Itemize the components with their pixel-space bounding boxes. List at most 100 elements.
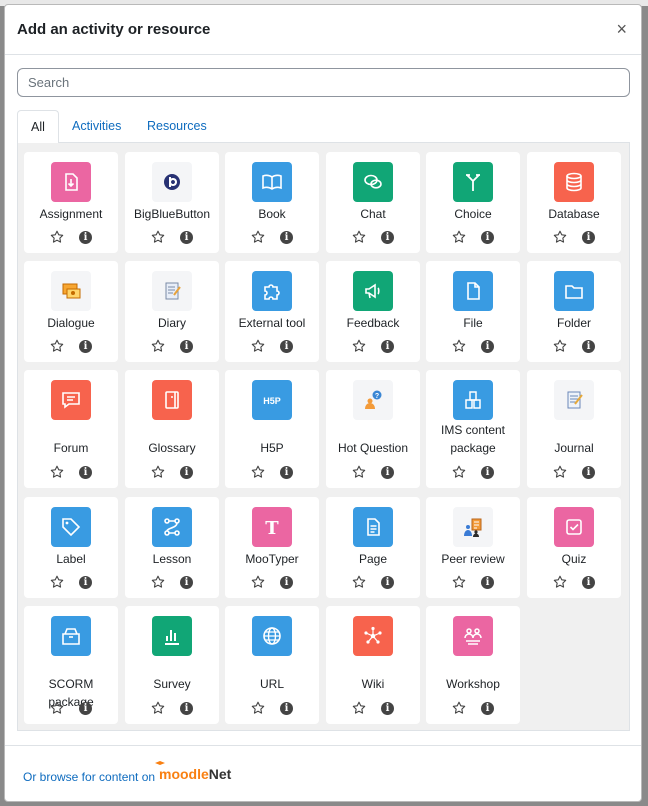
star-icon[interactable] xyxy=(50,575,64,589)
activity-card-assignment[interactable]: Assignment i xyxy=(24,152,118,253)
star-icon[interactable] xyxy=(553,230,567,244)
info-icon[interactable]: i xyxy=(481,231,494,244)
star-icon[interactable] xyxy=(452,575,466,589)
activity-card-file[interactable]: File i xyxy=(426,261,520,362)
star-icon[interactable] xyxy=(553,575,567,589)
activity-card-bigbluebutton[interactable]: BigBlueButton i xyxy=(125,152,219,253)
star-icon[interactable] xyxy=(352,465,366,479)
info-icon[interactable]: i xyxy=(582,466,595,479)
info-icon[interactable]: i xyxy=(481,702,494,715)
info-icon[interactable]: i xyxy=(79,466,92,479)
activity-card-url[interactable]: URL i xyxy=(225,606,319,724)
activity-card-scorm-package[interactable]: SCORM package i xyxy=(24,606,118,724)
book-icon xyxy=(252,162,292,202)
star-icon[interactable] xyxy=(151,465,165,479)
activity-card-journal[interactable]: Journal i xyxy=(527,370,621,488)
star-icon[interactable] xyxy=(251,575,265,589)
activity-card-forum[interactable]: Forum i xyxy=(24,370,118,488)
browse-moodlenet-link[interactable]: Or browse for content on xyxy=(23,770,155,784)
activity-card-choice[interactable]: Choice i xyxy=(426,152,520,253)
info-icon[interactable]: i xyxy=(180,466,193,479)
star-icon[interactable] xyxy=(251,701,265,715)
info-icon[interactable]: i xyxy=(381,231,394,244)
tab-all[interactable]: All xyxy=(17,110,59,144)
star-icon[interactable] xyxy=(352,701,366,715)
info-icon[interactable]: i xyxy=(582,340,595,353)
info-icon[interactable]: i xyxy=(180,340,193,353)
info-icon[interactable]: i xyxy=(280,466,293,479)
activity-card-peer-review[interactable]: Peer review i xyxy=(426,497,520,598)
activity-card-h5p[interactable]: H5P H5P i xyxy=(225,370,319,488)
star-icon[interactable] xyxy=(452,701,466,715)
star-icon[interactable] xyxy=(352,230,366,244)
activity-card-mootyper[interactable]: T MooTyper i xyxy=(225,497,319,598)
star-icon[interactable] xyxy=(452,339,466,353)
star-icon[interactable] xyxy=(151,575,165,589)
activity-label: MooTyper xyxy=(245,552,299,566)
activity-card-database[interactable]: Database i xyxy=(527,152,621,253)
activity-card-chat[interactable]: Chat i xyxy=(326,152,420,253)
activity-card-ims-content-package[interactable]: IMS content package i xyxy=(426,370,520,488)
activity-card-feedback[interactable]: Feedback i xyxy=(326,261,420,362)
star-icon[interactable] xyxy=(50,339,64,353)
star-icon[interactable] xyxy=(553,339,567,353)
star-icon[interactable] xyxy=(251,465,265,479)
svg-text:H5P: H5P xyxy=(263,396,281,406)
activity-card-lesson[interactable]: Lesson i xyxy=(125,497,219,598)
star-icon[interactable] xyxy=(151,230,165,244)
star-icon[interactable] xyxy=(251,230,265,244)
activity-card-diary[interactable]: Diary i xyxy=(125,261,219,362)
activity-label: Peer review xyxy=(441,552,505,566)
star-icon[interactable] xyxy=(452,465,466,479)
tab-resources[interactable]: Resources xyxy=(134,110,220,143)
info-icon[interactable]: i xyxy=(180,702,193,715)
close-button[interactable]: × xyxy=(616,20,627,38)
activity-card-external-tool[interactable]: External tool i xyxy=(225,261,319,362)
star-icon[interactable] xyxy=(50,465,64,479)
info-icon[interactable]: i xyxy=(79,340,92,353)
activity-card-label[interactable]: Label i xyxy=(24,497,118,598)
star-icon[interactable] xyxy=(553,465,567,479)
activity-label: Label xyxy=(56,552,86,566)
activity-card-wiki[interactable]: Wiki i xyxy=(326,606,420,724)
star-icon[interactable] xyxy=(352,575,366,589)
star-icon[interactable] xyxy=(50,230,64,244)
info-icon[interactable]: i xyxy=(180,576,193,589)
info-icon[interactable]: i xyxy=(79,231,92,244)
search-input[interactable] xyxy=(17,68,630,97)
activity-card-folder[interactable]: Folder i xyxy=(527,261,621,362)
activity-card-quiz[interactable]: Quiz i xyxy=(527,497,621,598)
star-icon[interactable] xyxy=(352,339,366,353)
info-icon[interactable]: i xyxy=(79,702,92,715)
moodlenet-logo[interactable]: moodleNet xyxy=(155,761,231,782)
info-icon[interactable]: i xyxy=(481,576,494,589)
info-icon[interactable]: i xyxy=(280,340,293,353)
star-icon[interactable] xyxy=(251,339,265,353)
info-icon[interactable]: i xyxy=(180,231,193,244)
activity-card-workshop[interactable]: Workshop i xyxy=(426,606,520,724)
info-icon[interactable]: i xyxy=(582,576,595,589)
info-icon[interactable]: i xyxy=(582,231,595,244)
info-icon[interactable]: i xyxy=(79,576,92,589)
info-icon[interactable]: i xyxy=(381,466,394,479)
activity-label: Wiki xyxy=(361,677,385,691)
activity-card-survey[interactable]: Survey i xyxy=(125,606,219,724)
info-icon[interactable]: i xyxy=(481,466,494,479)
activity-card-book[interactable]: Book i xyxy=(225,152,319,253)
star-icon[interactable] xyxy=(151,701,165,715)
info-icon[interactable]: i xyxy=(381,576,394,589)
activity-card-dialogue[interactable]: Dialogue i xyxy=(24,261,118,362)
info-icon[interactable]: i xyxy=(381,702,394,715)
info-icon[interactable]: i xyxy=(381,340,394,353)
activity-card-hot-question[interactable]: ? Hot Question i xyxy=(326,370,420,488)
tab-activities[interactable]: Activities xyxy=(59,110,134,143)
info-icon[interactable]: i xyxy=(280,702,293,715)
star-icon[interactable] xyxy=(452,230,466,244)
activity-card-glossary[interactable]: Glossary i xyxy=(125,370,219,488)
activity-card-page[interactable]: Page i xyxy=(326,497,420,598)
info-icon[interactable]: i xyxy=(280,231,293,244)
star-icon[interactable] xyxy=(151,339,165,353)
star-icon[interactable] xyxy=(50,701,64,715)
info-icon[interactable]: i xyxy=(280,576,293,589)
info-icon[interactable]: i xyxy=(481,340,494,353)
